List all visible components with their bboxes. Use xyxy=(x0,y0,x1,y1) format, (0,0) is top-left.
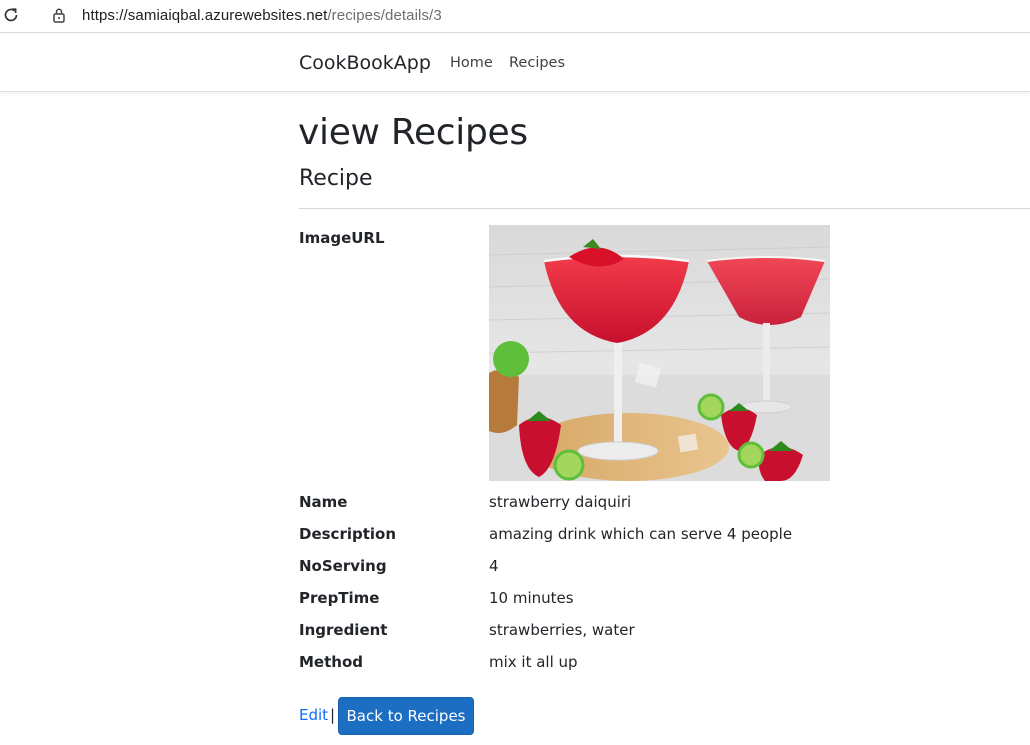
field-label-description: Description xyxy=(299,525,397,543)
reload-icon[interactable] xyxy=(2,6,20,24)
lock-icon[interactable] xyxy=(52,7,66,23)
url-host: https://samiaiqbal.azurewebsites.net xyxy=(82,7,328,24)
url-text[interactable]: https://samiaiqbal.azurewebsites.net/rec… xyxy=(82,7,442,24)
nav-recipes-link[interactable]: Recipes xyxy=(509,55,565,71)
field-label-ingredient: Ingredient xyxy=(299,621,388,639)
field-value-ingredient: strawberries, water xyxy=(489,621,635,639)
edit-link[interactable]: Edit xyxy=(299,706,328,724)
field-value-description: amazing drink which can serve 4 people xyxy=(489,525,793,543)
brand-link[interactable]: CookBookApp xyxy=(299,52,431,74)
section-title: Recipe xyxy=(299,166,373,191)
browser-address-bar: https://samiaiqbal.azurewebsites.net/rec… xyxy=(0,0,1030,33)
nav-home-link[interactable]: Home xyxy=(450,55,493,71)
back-to-recipes-button[interactable]: Back to Recipes xyxy=(338,697,474,735)
page-title: view Recipes xyxy=(298,112,528,153)
field-label-noserving: NoServing xyxy=(299,557,387,575)
field-label-method: Method xyxy=(299,653,363,671)
image-url-label: ImageURL xyxy=(299,229,385,247)
url-field[interactable]: https://samiaiqbal.azurewebsites.net/rec… xyxy=(38,0,1030,30)
daiquiri-illustration xyxy=(489,225,830,481)
recipe-image xyxy=(489,225,830,481)
field-value-name: strawberry daiquiri xyxy=(489,493,632,511)
top-navbar: CookBookApp Home Recipes xyxy=(0,35,1030,92)
field-label-name: Name xyxy=(299,493,348,511)
field-label-preptime: PrepTime xyxy=(299,589,380,607)
field-value-preptime: 10 minutes xyxy=(489,589,574,607)
url-path: /recipes/details/3 xyxy=(327,7,442,24)
divider xyxy=(299,208,1030,209)
field-value-noserving: 4 xyxy=(489,557,499,575)
action-separator: | xyxy=(330,706,336,724)
field-value-method: mix it all up xyxy=(489,653,578,671)
